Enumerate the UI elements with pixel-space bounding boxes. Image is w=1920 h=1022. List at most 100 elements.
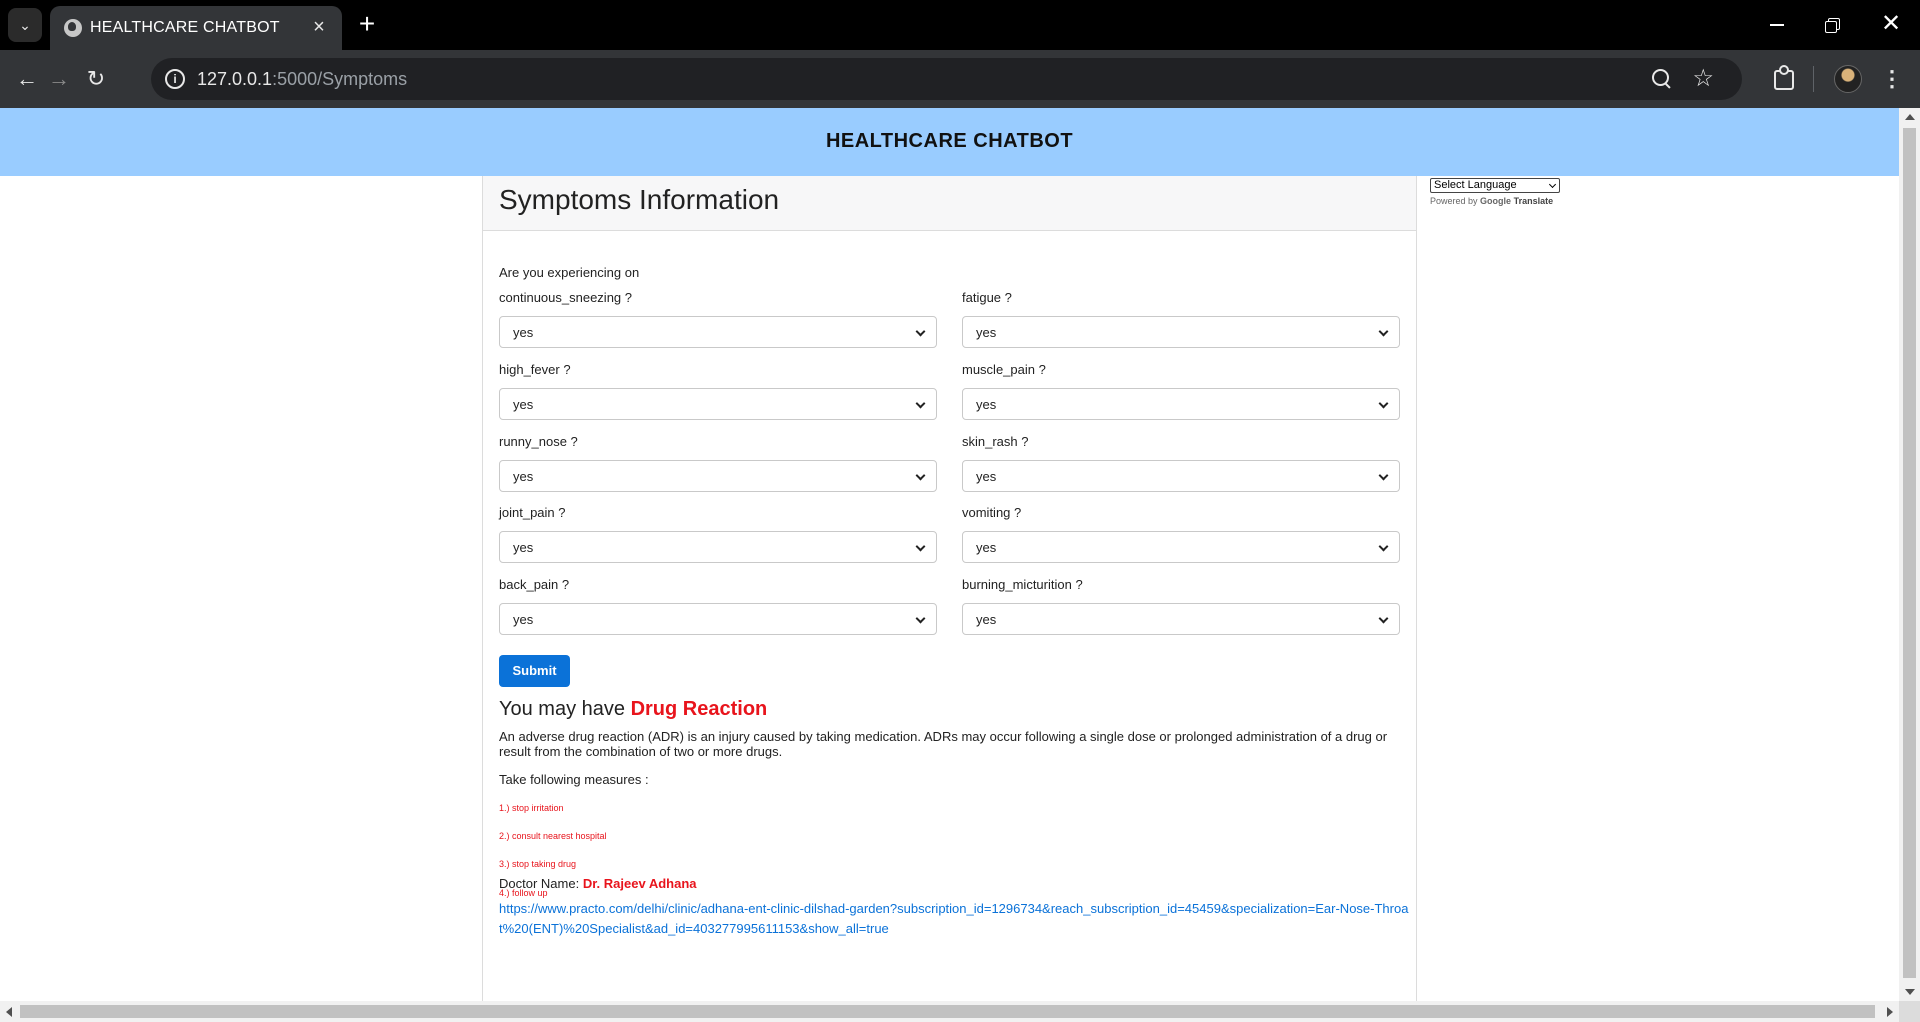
tab-title: HEALTHCARE CHATBOT (90, 19, 280, 36)
language-select[interactable]: Select Language (1430, 178, 1560, 193)
reload-button[interactable]: ↻ (79, 62, 113, 96)
doctor-label: Doctor Name: (499, 876, 580, 891)
select-value: yes (976, 325, 997, 340)
select-value: yes (513, 397, 534, 412)
forward-button[interactable]: → (42, 62, 76, 96)
zoom-icon[interactable] (1650, 67, 1674, 91)
powered-by-label: Powered by (1430, 196, 1478, 206)
scroll-right-arrow[interactable] (1887, 1007, 1893, 1017)
globe-icon (64, 19, 82, 37)
symptom-select[interactable]: yes (499, 460, 937, 492)
tab-strip: ⌄ HEALTHCARE CHATBOT × + ✕ (0, 0, 1920, 50)
chevron-down-icon (915, 613, 926, 624)
submit-button[interactable]: Submit (499, 655, 570, 687)
symptom-select[interactable]: yes (499, 388, 937, 420)
symptom-select[interactable]: yes (499, 531, 937, 563)
chevron-down-icon (915, 326, 926, 337)
vertical-scroll-thumb[interactable] (1903, 128, 1916, 978)
horizontal-scrollbar[interactable] (0, 1001, 1899, 1022)
url-path: :5000/Symptoms (272, 69, 408, 89)
toolbar-divider (1813, 66, 1814, 92)
symptom-select[interactable]: yes (499, 316, 937, 348)
symptom-select[interactable]: yes (962, 388, 1400, 420)
google-logo[interactable]: Google (1480, 196, 1511, 206)
symptom-select[interactable]: yes (962, 531, 1400, 563)
bookmark-star-icon[interactable]: ☆ (1692, 64, 1714, 94)
site-info-icon[interactable]: i (165, 69, 185, 89)
chevron-down-icon (1378, 326, 1389, 337)
scrollbar-corner (1899, 1001, 1920, 1022)
symptom-select[interactable]: yes (962, 603, 1400, 635)
close-window-button[interactable]: ✕ (1877, 10, 1905, 38)
field-label: muscle_pain ? (962, 362, 1046, 377)
extensions-icon[interactable] (1766, 61, 1800, 95)
field-label: fatigue ? (962, 290, 1012, 305)
minimize-button[interactable] (1765, 14, 1789, 36)
field-label: back_pain ? (499, 577, 570, 592)
field-label: vomiting ? (962, 505, 1022, 520)
language-select-value: Select Language (1434, 179, 1517, 191)
card-title: Symptoms Information (499, 184, 780, 215)
chevron-down-icon (915, 541, 926, 552)
select-value: yes (513, 540, 534, 555)
url-text[interactable]: 127.0.0.1:5000/Symptoms (197, 69, 407, 90)
doctor-line: Doctor Name: Dr. Rajeev Adhana (499, 876, 697, 891)
chevron-down-icon (1378, 613, 1389, 624)
result-prefix: You may have (499, 698, 626, 720)
vertical-scrollbar[interactable] (1899, 108, 1920, 1001)
select-value: yes (976, 612, 997, 627)
card-header: Symptoms Information (483, 176, 1416, 231)
close-tab-icon[interactable]: × (308, 16, 330, 38)
measures-label: Take following measures : (499, 772, 649, 787)
field-label: runny_nose ? (499, 434, 578, 449)
chevron-down-icon (1378, 398, 1389, 409)
field-label: burning_micturition ? (962, 577, 1083, 592)
chevron-down-icon (1378, 470, 1389, 481)
back-button[interactable]: ← (10, 62, 44, 96)
symptoms-card: Symptoms Information Are you experiencin… (482, 176, 1417, 1001)
powered-by-text: Powered by Google Translate (1430, 196, 1553, 206)
browser-toolbar: ← → ↻ i 127.0.0.1:5000/Symptoms ☆ ⋮ (0, 50, 1920, 108)
chevron-down-icon (1548, 180, 1557, 189)
result-heading: You may have Drug Reaction (499, 698, 767, 721)
new-tab-button[interactable]: + (352, 10, 382, 40)
translate-label: Translate (1513, 196, 1554, 206)
field-label: joint_pain ? (499, 505, 566, 520)
select-value: yes (513, 469, 534, 484)
doctor-name: Dr. Rajeev Adhana (582, 876, 697, 891)
scroll-down-arrow[interactable] (1905, 989, 1915, 995)
chevron-down-icon (915, 398, 926, 409)
scroll-up-arrow[interactable] (1905, 114, 1915, 120)
browser-tab[interactable]: HEALTHCARE CHATBOT × (50, 6, 342, 50)
scroll-left-arrow[interactable] (6, 1007, 12, 1017)
disease-description: An adverse drug reaction (ADR) is an inj… (499, 729, 1388, 759)
measure-item: 3.) stop taking drug (499, 859, 577, 869)
symptom-select[interactable]: yes (499, 603, 937, 635)
select-value: yes (513, 612, 534, 627)
page-viewport: HEALTHCARE CHATBOT Symptoms Information … (0, 108, 1899, 1001)
field-label: skin_rash ? (962, 434, 1029, 449)
measure-item: 1.) stop irritation (499, 803, 564, 813)
address-bar[interactable]: i 127.0.0.1:5000/Symptoms ☆ (151, 58, 1742, 100)
symptom-select[interactable]: yes (962, 316, 1400, 348)
profile-avatar[interactable] (1834, 65, 1862, 93)
select-value: yes (976, 397, 997, 412)
url-host: 127.0.0.1 (197, 69, 273, 89)
form-intro: Are you experiencing on (499, 265, 640, 280)
page-header: HEALTHCARE CHATBOT (0, 108, 1899, 176)
horizontal-scroll-thumb[interactable] (20, 1005, 1875, 1018)
select-value: yes (976, 469, 997, 484)
disease-name: Drug Reaction (630, 698, 768, 720)
field-label: high_fever ? (499, 362, 571, 377)
symptom-select[interactable]: yes (962, 460, 1400, 492)
select-value: yes (513, 325, 534, 340)
doctor-link[interactable]: https://www.practo.com/delhi/clinic/adha… (499, 899, 1409, 939)
chevron-down-icon (915, 470, 926, 481)
page-header-title: HEALTHCARE CHATBOT (825, 130, 1074, 152)
measure-item: 2.) consult nearest hospital (499, 831, 607, 841)
chevron-down-icon (1378, 541, 1389, 552)
menu-kebab-icon[interactable]: ⋮ (1880, 62, 1904, 96)
select-value: yes (976, 540, 997, 555)
tab-search-button[interactable]: ⌄ (8, 8, 42, 42)
restore-button[interactable] (1821, 14, 1845, 36)
